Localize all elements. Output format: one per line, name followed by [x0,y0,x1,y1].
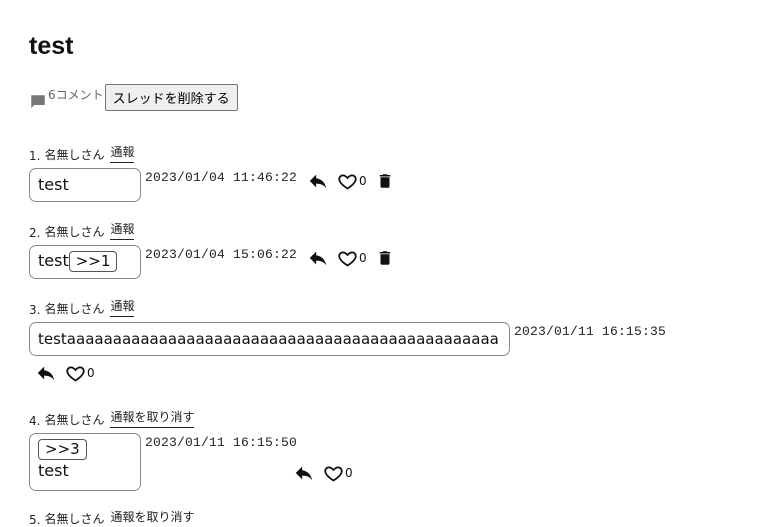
like-count: 0 [359,251,367,265]
heart-icon[interactable] [323,463,344,484]
post-text: test [38,251,69,270]
comment-icon [29,93,47,111]
heart-icon[interactable] [337,171,358,192]
report-link[interactable]: 通報を取り消す [110,508,194,527]
post-text: test [38,175,69,194]
heart-icon[interactable] [65,363,86,384]
post-author: 名無しさん [44,225,105,239]
post-author: 名無しさん [44,148,105,162]
post-content: testaaaaaaaaaaaaaaaaaaaaaaaaaaaaaaaaaaaa… [29,322,510,356]
post-content: test >>1 [29,245,141,279]
post-text: test [38,461,69,480]
post-timestamp: 2023/01/11 16:15:35 [514,324,667,339]
reply-icon[interactable] [35,362,57,384]
thread-meta: 6コメント スレッドを削除する [29,84,238,111]
post-number: 1. [29,149,41,163]
post-5: 5. 名無しさん 通報を取り消す [29,507,194,527]
like-count: 0 [359,174,367,188]
reply-icon[interactable] [307,247,329,269]
post-content: >>3 test [29,433,141,491]
post-text: testaaaaaaaaaaaaaaaaaaaaaaaaaaaaaaaaaaaa… [38,330,499,348]
post-number: 4. [29,414,41,428]
post-number: 5. [29,513,41,527]
reply-anchor-chip[interactable]: >>1 [68,251,118,272]
report-link[interactable]: 通報 [110,220,135,240]
like-count: 0 [345,466,353,480]
trash-icon[interactable] [376,248,394,268]
post-author: 名無しさん [44,512,105,526]
post-1: 1. 名無しさん 通報 test 2023/01/04 11:46:22 0 [29,143,394,202]
trash-icon[interactable] [376,171,394,191]
reply-icon[interactable] [307,170,329,192]
report-link[interactable]: 通報 [110,297,135,317]
post-content: test [29,168,141,202]
post-number: 2. [29,226,41,240]
post-timestamp: 2023/01/04 15:06:22 [145,247,298,262]
post-number: 3. [29,303,41,317]
heart-icon[interactable] [337,248,358,269]
reply-icon[interactable] [293,462,315,484]
post-3: 3. 名無しさん 通報 testaaaaaaaaaaaaaaaaaaaaaaaa… [29,297,666,384]
thread-title: test [29,32,74,60]
post-author: 名無しさん [44,302,105,316]
like-count: 0 [87,366,95,380]
report-link[interactable]: 通報 [110,143,135,163]
delete-thread-button[interactable]: スレッドを削除する [104,84,238,111]
post-2: 2. 名無しさん 通報 test >>1 2023/01/04 15:06:22 … [29,220,394,279]
report-link[interactable]: 通報を取り消す [110,408,195,428]
reply-anchor-chip[interactable]: >>3 [38,439,87,460]
post-timestamp: 2023/01/11 16:15:50 [145,435,298,450]
post-author: 名無しさん [44,413,105,427]
post-timestamp: 2023/01/04 11:46:22 [145,170,298,185]
comment-count: 6コメント [48,88,104,102]
post-4: 4. 名無しさん 通報を取り消す >>3 test 2023/01/11 16:… [29,408,353,491]
